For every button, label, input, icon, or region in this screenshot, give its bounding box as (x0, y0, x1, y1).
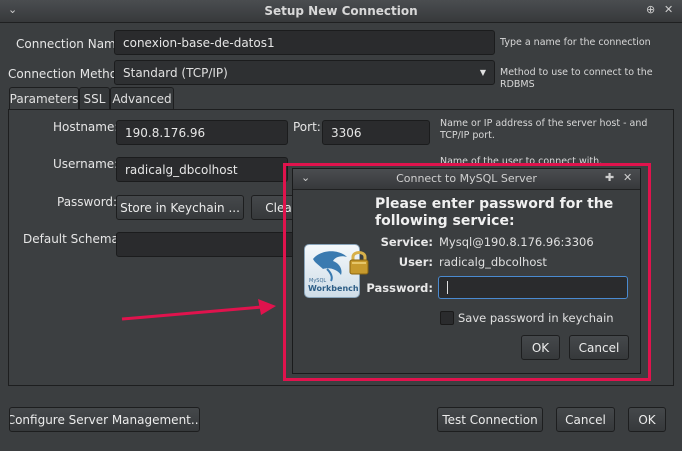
tab-ssl[interactable]: SSL (79, 87, 110, 109)
hostname-hint: Name or IP address of the server host - … (440, 118, 648, 141)
tab-ssl-label: SSL (83, 91, 106, 106)
service-value: Mysql@190.8.176.96:3306 (439, 235, 594, 249)
store-in-keychain-button[interactable]: Store in Keychain ... (116, 195, 244, 220)
maximize-icon[interactable]: ⊕ (646, 3, 655, 16)
store-in-keychain-label: Store in Keychain ... (120, 200, 240, 215)
save-password-checkbox[interactable] (440, 311, 454, 325)
hostname-input[interactable]: 190.8.176.96 (116, 120, 288, 145)
password-dialog: ⌄ Connect to MySQL Server ✚ ✕ Please ent… (292, 168, 641, 374)
dialog-cancel-label: Cancel (578, 340, 620, 355)
hostname-label: Hostname: (53, 120, 119, 134)
port-input[interactable]: 3306 (322, 120, 430, 145)
tab-advanced[interactable]: Advanced (110, 87, 174, 109)
dialog-title: Connect to MySQL Server (396, 172, 537, 185)
text-cursor (447, 281, 448, 294)
tab-advanced-label: Advanced (112, 91, 172, 106)
username-label: Username: (53, 157, 119, 171)
dialog-password-label: Password: (366, 281, 433, 295)
connection-method-value: Standard (TCP/IP) (123, 65, 228, 80)
dialog-heading: Please enter password for the following … (375, 196, 614, 229)
ok-label: OK (638, 412, 656, 427)
dialog-titlebar: ⌄ Connect to MySQL Server ✚ ✕ (293, 169, 640, 190)
dialog-cancel-button[interactable]: Cancel (569, 335, 629, 360)
port-value: 3306 (331, 125, 362, 140)
dialog-pin-icon[interactable]: ✚ (605, 171, 614, 184)
ok-button[interactable]: OK (628, 407, 666, 432)
window-titlebar: ⌄ Setup New Connection ⊕ ✕ (0, 0, 682, 23)
dialog-ok-label: OK (531, 340, 550, 355)
annotation-arrow (121, 299, 276, 321)
configure-server-management-label: Configure Server Management... (9, 412, 200, 427)
hostname-value: 190.8.176.96 (125, 125, 206, 140)
tab-parameters-label: Parameters (9, 92, 79, 106)
dialog-close-icon[interactable]: ✕ (623, 171, 632, 184)
logo-text: Workbench (308, 284, 359, 293)
default-schema-input[interactable] (116, 232, 306, 257)
window-title: Setup New Connection (264, 4, 418, 18)
default-schema-label: Default Schema: (23, 232, 123, 246)
username-input[interactable]: radicalg_dbcolhost (116, 157, 288, 182)
password-label: Password: (57, 195, 118, 209)
username-value: radicalg_dbcolhost (125, 162, 238, 177)
connection-method-hint: Method to use to connect to the RDBMS (500, 67, 653, 90)
connection-name-label: Connection Name: (16, 37, 128, 51)
save-password-label: Save password in keychain (458, 311, 614, 325)
service-label: Service: (380, 235, 433, 249)
connection-name-hint: Type a name for the connection (500, 37, 651, 48)
padlock-icon (348, 249, 370, 275)
connection-name-input[interactable]: conexion-base-de-datos1 (114, 30, 495, 55)
dialog-password-input[interactable] (438, 276, 628, 299)
port-label: Port: (293, 120, 321, 134)
cancel-button[interactable]: Cancel (556, 407, 615, 432)
tab-parameters[interactable]: Parameters (9, 87, 79, 110)
dropdown-arrow-icon: ▼ (479, 68, 486, 77)
user-label: User: (398, 255, 433, 269)
dialog-ok-button[interactable]: OK (521, 335, 560, 360)
configure-server-management-button[interactable]: Configure Server Management... (9, 407, 200, 432)
user-value: radicalg_dbcolhost (439, 255, 547, 269)
test-connection-label: Test Connection (442, 412, 538, 427)
connection-method-label: Connection Method: (8, 67, 129, 81)
connection-name-value: conexion-base-de-datos1 (123, 35, 275, 50)
test-connection-button[interactable]: Test Connection (437, 407, 543, 432)
cancel-label: Cancel (565, 412, 606, 427)
close-icon[interactable]: ✕ (664, 3, 673, 16)
connection-method-select[interactable]: Standard (TCP/IP) ▼ (114, 60, 495, 85)
